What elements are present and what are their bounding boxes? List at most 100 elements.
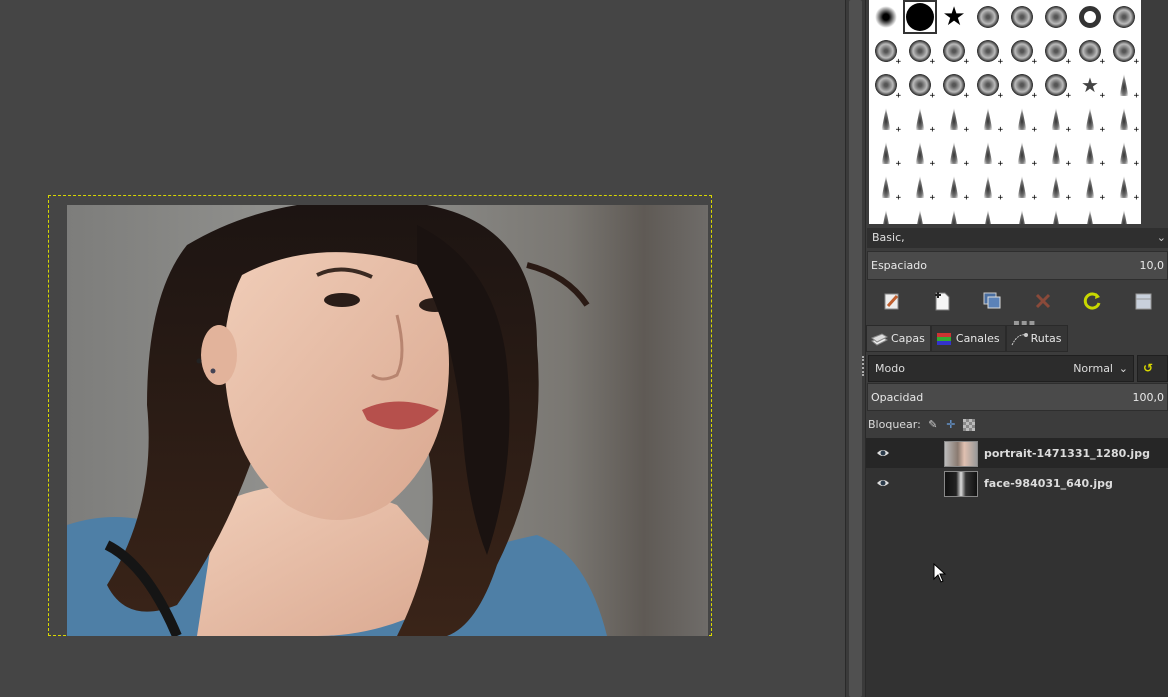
brush-santa[interactable]: + [1107, 34, 1141, 68]
brush-xmas-6[interactable]: + [971, 34, 1005, 68]
image-canvas[interactable] [0, 0, 845, 697]
brush-tree[interactable]: + [903, 102, 937, 136]
lock-pixels-icon[interactable]: ✎ [927, 419, 939, 431]
brush-tree[interactable] [937, 204, 971, 224]
eye-icon[interactable] [876, 446, 890, 460]
opacity-slider[interactable]: Opacidad 100,0 [867, 383, 1168, 411]
brush-tree[interactable]: + [869, 170, 903, 204]
duplicate-brush-icon [983, 292, 1001, 309]
brush-tree[interactable]: + [1073, 102, 1107, 136]
brush-xmas-8[interactable]: + [1039, 34, 1073, 68]
brush-tree[interactable]: + [1073, 136, 1107, 170]
brush-tree[interactable]: + [903, 136, 937, 170]
brush-tree[interactable] [1073, 204, 1107, 224]
brush-tree[interactable] [1005, 204, 1039, 224]
brush-reindeer[interactable]: + [937, 68, 971, 102]
brush-tree[interactable] [903, 204, 937, 224]
brush-house[interactable]: + [903, 34, 937, 68]
refresh-icon [1083, 292, 1101, 310]
brush-tree[interactable]: + [869, 102, 903, 136]
spacing-slider[interactable]: Espaciado 10,0 [867, 251, 1168, 280]
brush-xmas-9[interactable]: + [1073, 34, 1107, 68]
brush-snowman[interactable]: + [1005, 68, 1039, 102]
portrait-photo[interactable] [67, 205, 708, 636]
mode-value: Normal [1073, 362, 1113, 375]
duplicate-brush-button[interactable] [967, 285, 1017, 317]
tab-layers[interactable]: Capas [866, 325, 931, 352]
brush-tree[interactable]: + [869, 136, 903, 170]
brush-xmas-3[interactable] [1039, 0, 1073, 34]
open-as-image-icon [1135, 293, 1152, 310]
lock-alpha-icon[interactable] [962, 419, 975, 431]
brush-tree[interactable]: + [1073, 170, 1107, 204]
edit-brush-icon [884, 293, 899, 310]
refresh-brushes-button[interactable] [1068, 285, 1118, 317]
brush-tree[interactable]: + [1005, 170, 1039, 204]
brush-xmas-13[interactable]: + [1039, 68, 1073, 102]
chevron-down-icon: ⌄ [1156, 231, 1166, 244]
layers-icon [870, 331, 889, 347]
brush-xmas-10[interactable]: + [869, 68, 903, 102]
brush-wreath[interactable] [1073, 0, 1107, 34]
dock-side-handle[interactable] [862, 356, 867, 376]
scrollbar-thumb[interactable] [849, 0, 862, 697]
brush-tree[interactable] [869, 204, 903, 224]
brush-fuzzy[interactable] [869, 0, 903, 34]
brush-xmas-2[interactable] [1005, 0, 1039, 34]
brush-tree[interactable]: + [937, 136, 971, 170]
composite-mode-icon: ↺ [1143, 361, 1154, 375]
brush-tree[interactable]: + [1107, 136, 1141, 170]
brush-xmas-7[interactable]: + [1005, 34, 1039, 68]
brush-tree[interactable]: + [1107, 170, 1141, 204]
lock-row: Bloquear: ✎ ✛ [868, 416, 975, 434]
canvas-vertical-scrollbar[interactable] [845, 0, 866, 697]
brush-xmas-5[interactable]: + [869, 34, 903, 68]
brush-tree[interactable]: + [1005, 136, 1039, 170]
brush-tree[interactable]: + [1039, 102, 1073, 136]
brush-tree[interactable]: + [971, 136, 1005, 170]
new-brush-button[interactable] [917, 285, 967, 317]
brush-tree[interactable]: + [937, 102, 971, 136]
brush-preset-selector[interactable]: Basic, ⌄ [867, 228, 1168, 248]
paths-icon [1010, 331, 1028, 347]
brush-xmas-12[interactable]: + [971, 68, 1005, 102]
layer-list[interactable]: portrait-1471331_1280.jpg face-984031_64… [866, 438, 1168, 697]
brush-tree[interactable]: + [971, 170, 1005, 204]
brush-tree[interactable]: + [971, 102, 1005, 136]
brush-tree[interactable]: + [1107, 102, 1141, 136]
channels-icon [935, 331, 953, 347]
layer-row[interactable]: face-984031_640.jpg [866, 468, 1168, 498]
open-brush-as-image-button[interactable] [1118, 285, 1168, 317]
brush-star[interactable]: ★ [937, 0, 971, 34]
brush-hard-circle[interactable] [903, 0, 937, 34]
brush-tree[interactable]: + [1005, 102, 1039, 136]
brush-tree[interactable]: + [1039, 136, 1073, 170]
lock-position-icon[interactable]: ✛ [945, 419, 957, 431]
layer-mode-selector[interactable]: Modo Normal ⌄ [868, 355, 1134, 382]
brush-star-2[interactable]: ★ + [1073, 68, 1107, 102]
brush-tree[interactable]: + [1039, 170, 1073, 204]
brush-xmas-11[interactable]: + [903, 68, 937, 102]
brush-tree[interactable] [1039, 204, 1073, 224]
brush-tree-a[interactable]: + [1107, 68, 1141, 102]
brush-tree[interactable] [1107, 204, 1141, 224]
brush-xmas-4[interactable] [1107, 0, 1141, 34]
layer-name: portrait-1471331_1280.jpg [984, 447, 1150, 460]
brush-tree[interactable]: + [937, 170, 971, 204]
brush-grid-scrollbar[interactable] [1141, 0, 1165, 224]
brush-tree[interactable] [971, 204, 1005, 224]
delete-brush-button[interactable] [1018, 285, 1068, 317]
brush-xmas-1[interactable] [971, 0, 1005, 34]
opacity-value: 100,0 [1132, 391, 1165, 404]
eye-icon[interactable] [876, 476, 890, 490]
brush-angel[interactable]: + [937, 34, 971, 68]
composite-mode-button[interactable]: ↺ [1137, 355, 1168, 382]
tab-paths[interactable]: Rutas [1005, 325, 1068, 352]
brush-grid[interactable]: ★ + + + + + + + + + + + + + + ★ + + + + +… [869, 0, 1141, 224]
chevron-down-icon: ⌄ [1118, 362, 1128, 375]
layer-row[interactable]: portrait-1471331_1280.jpg [866, 438, 1168, 468]
layer-name: face-984031_640.jpg [984, 477, 1113, 490]
tab-channels[interactable]: Canales [930, 325, 1006, 352]
edit-brush-button[interactable] [867, 285, 917, 317]
brush-tree[interactable]: + [903, 170, 937, 204]
